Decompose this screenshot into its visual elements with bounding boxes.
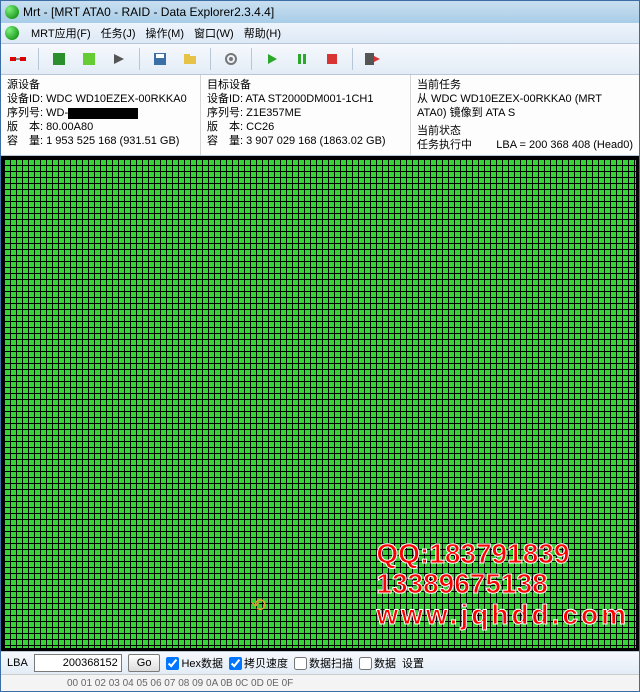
task-panel: 当前任务 从 WDC WD10EZEX-00RKKA0 (MRT ATA0) 镜…: [411, 75, 639, 155]
tool-gear-icon[interactable]: [218, 46, 244, 72]
title-bar: Mrt - [MRT ATA0 - RAID - Data Explorer2.…: [1, 1, 639, 23]
source-ver-row: 版 本: 80.00A80: [7, 120, 194, 134]
toolbar: [1, 44, 639, 75]
stop-button[interactable]: [319, 46, 345, 72]
hex-checkbox[interactable]: Hex数据: [166, 655, 223, 671]
data-checkbox[interactable]: 数据: [359, 655, 396, 671]
source-device-panel: 源设备 设备ID: WDC WD10EZEX-00RKKA0 序列号: WD- …: [1, 75, 201, 155]
bottom-bar: LBA Go Hex数据 拷贝速度 数据扫描 数据 设置: [1, 651, 639, 674]
menu-operate[interactable]: 操作(M): [146, 25, 185, 41]
tool-green1[interactable]: [46, 46, 72, 72]
target-ver-row: 版 本: CC26: [207, 120, 404, 134]
lba-input[interactable]: [34, 654, 122, 672]
menu-task[interactable]: 任务(J): [101, 25, 136, 41]
exit-button[interactable]: [360, 46, 386, 72]
lba-label: LBA: [7, 657, 28, 669]
source-header: 源设备: [7, 78, 194, 92]
tool-save-icon[interactable]: [147, 46, 173, 72]
settings-label[interactable]: 设置: [402, 655, 424, 671]
menu-bar: MRT应用(F) 任务(J) 操作(M) 窗口(W) 帮助(H): [1, 23, 639, 44]
tool-green2[interactable]: [76, 46, 102, 72]
speed-checkbox[interactable]: 拷贝速度: [229, 655, 288, 671]
scan-checkbox[interactable]: 数据扫描: [294, 655, 353, 671]
redacted-serial: [68, 108, 138, 119]
source-sn-row: 序列号: WD-: [7, 106, 194, 120]
sector-map[interactable]: ⟲ QQ:183791839 13389675138 www.jqhdd.com: [1, 156, 639, 651]
app-icon: [5, 5, 19, 19]
task-header: 当前任务: [417, 78, 633, 92]
task-lba: LBA = 200 368 408 (Head0): [496, 138, 633, 152]
target-sn-row: 序列号: Z1E357ME: [207, 106, 404, 120]
target-device-panel: 目标设备 设备ID: ATA ST2000DM001-1CH1 序列号: Z1E…: [201, 75, 411, 155]
app-window: Mrt - [MRT ATA0 - RAID - Data Explorer2.…: [0, 0, 640, 692]
app-icon-small: [5, 26, 19, 40]
menu-help[interactable]: 帮助(H): [244, 25, 281, 41]
target-cap-row: 容 量: 3 907 029 168 (1863.02 GB): [207, 134, 404, 148]
status-header: 当前状态: [417, 124, 633, 138]
info-panel: 源设备 设备ID: WDC WD10EZEX-00RKKA0 序列号: WD- …: [1, 75, 639, 156]
task-desc: 从 WDC WD10EZEX-00RKKA0 (MRT ATA0) 镜像到 AT…: [417, 92, 633, 120]
target-header: 目标设备: [207, 78, 404, 92]
go-button[interactable]: Go: [128, 654, 161, 672]
hex-offset-row: 00 01 02 03 04 05 06 07 08 09 0A 0B 0C 0…: [1, 674, 639, 691]
source-cap-row: 容 量: 1 953 525 168 (931.51 GB): [7, 134, 194, 148]
tool-arrow-icon[interactable]: [106, 46, 132, 72]
pause-button[interactable]: [289, 46, 315, 72]
tool-open-icon[interactable]: [177, 46, 203, 72]
menu-app[interactable]: MRT应用(F): [31, 25, 91, 41]
window-title: Mrt - [MRT ATA0 - RAID - Data Explorer2.…: [23, 5, 274, 19]
target-id-row: 设备ID: ATA ST2000DM001-1CH1: [207, 92, 404, 106]
task-status: 任务执行中: [417, 138, 472, 152]
play-button[interactable]: [259, 46, 285, 72]
source-id-row: 设备ID: WDC WD10EZEX-00RKKA0: [7, 92, 194, 106]
tool-connect[interactable]: [5, 46, 31, 72]
sector-grid: [4, 159, 636, 648]
menu-window[interactable]: 窗口(W): [194, 25, 234, 41]
